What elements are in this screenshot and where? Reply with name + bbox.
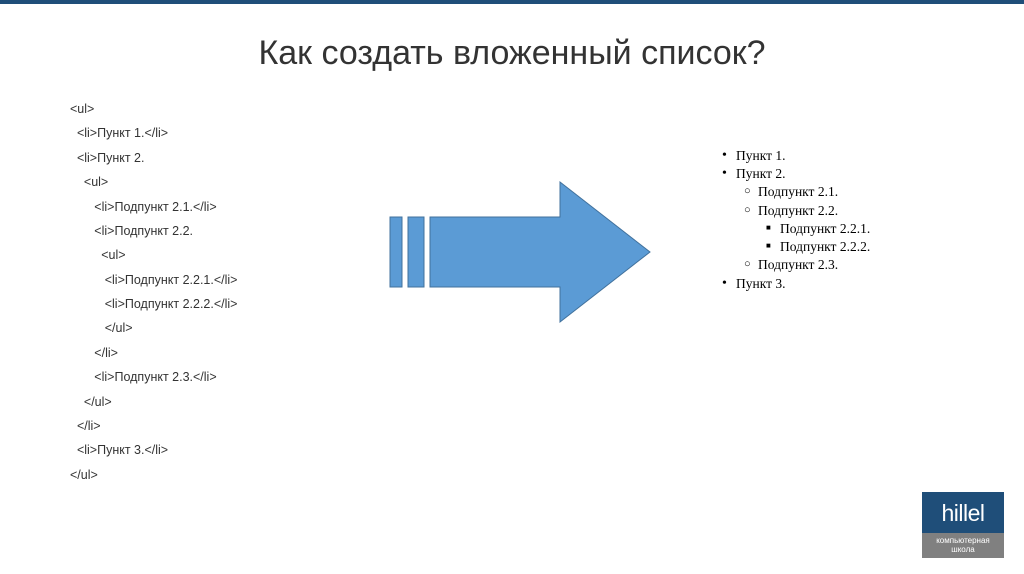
code-line: <li>Пункт 3.</li> — [70, 438, 320, 462]
code-line: </ul> — [70, 390, 320, 414]
list-item: Пункт 3. — [720, 275, 870, 293]
code-line: </ul> — [70, 463, 320, 487]
list-item: Подпункт 2.1. — [742, 183, 870, 201]
code-line: <li>Подпункт 2.3.</li> — [70, 365, 320, 389]
code-line: <li>Подпункт 2.2.1.</li> — [70, 268, 320, 292]
logo-subtitle: компьютерная школа — [922, 533, 1004, 558]
code-line: <li>Подпункт 2.2.2.</li> — [70, 292, 320, 316]
slide-title: Как создать вложенный список? — [40, 34, 984, 73]
html-code-example: <ul> <li>Пункт 1.</li> <li>Пункт 2. <ul>… — [40, 97, 320, 487]
code-line: <ul> — [70, 97, 320, 121]
slide-content: Как создать вложенный список? <ul> <li>П… — [0, 4, 1024, 487]
code-line: <ul> — [70, 170, 320, 194]
code-line: <li>Пункт 1.</li> — [70, 121, 320, 145]
list-item: Пункт 1. — [720, 147, 870, 165]
code-line: <li>Пункт 2. — [70, 146, 320, 170]
list-item: Подпункт 2.2. — [742, 202, 870, 220]
logo-name: hillel — [922, 492, 1004, 533]
main-area: <ul> <li>Пункт 1.</li> <li>Пункт 2. <ul>… — [40, 97, 984, 487]
list-item: Подпункт 2.2.1. — [764, 220, 870, 238]
code-line: </li> — [70, 414, 320, 438]
hillel-logo: hillel компьютерная школа — [922, 492, 1004, 558]
list-item: Подпункт 2.3. — [742, 256, 870, 274]
code-line: </li> — [70, 341, 320, 365]
code-line: <li>Подпункт 2.2. — [70, 219, 320, 243]
arrow-right-icon — [385, 177, 655, 327]
list-item: Подпункт 2.2.2. — [764, 238, 870, 256]
rendered-list-output: Пункт 1. Пункт 2. Подпункт 2.1. Подпункт… — [720, 147, 870, 293]
code-line: </ul> — [70, 316, 320, 340]
code-line: <li>Подпункт 2.1.</li> — [70, 195, 320, 219]
list-item: Пункт 2. — [720, 165, 870, 183]
code-line: <ul> — [70, 243, 320, 267]
